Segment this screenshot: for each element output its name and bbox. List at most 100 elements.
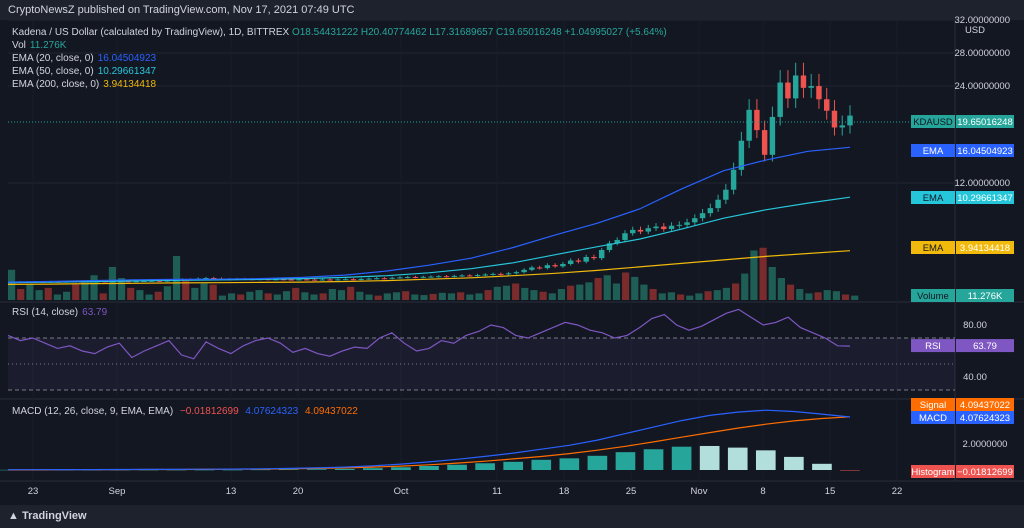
volume-bar: [658, 293, 666, 300]
volume-bar: [786, 284, 795, 300]
legend-rsi: RSI (14, close) 63.79: [12, 306, 107, 319]
volume-bar: [200, 283, 208, 300]
candle-body: [389, 277, 395, 279]
volume-bar: [26, 283, 34, 300]
volume-bar: [420, 295, 428, 300]
volume-bar: [35, 290, 43, 300]
volume-bar: [631, 276, 639, 300]
ema50-tag-value: 10.29661347: [957, 193, 1012, 204]
histogram-tag-label: Histogram: [911, 467, 954, 478]
macd-histogram-bar: [559, 458, 580, 470]
volume-tag: Volume 11.276K: [911, 289, 1014, 302]
volume-bar: [365, 294, 373, 300]
volume-bar: [731, 283, 740, 300]
volume-bar: [255, 290, 263, 300]
macd-macd-value: 4.07624323: [245, 406, 299, 417]
brand-icon: ▲: [8, 510, 19, 522]
macd-tag-label: MACD: [919, 413, 947, 424]
candle-body: [529, 267, 535, 270]
volume-bar: [383, 293, 391, 300]
candle-body: [428, 276, 434, 278]
vol-label: Vol: [12, 40, 26, 51]
volume-bar: [493, 286, 501, 300]
price-tag-value: 19.65016248: [957, 117, 1012, 128]
candle-body: [816, 86, 822, 100]
volume-bar: [301, 292, 309, 300]
candle-body: [684, 222, 690, 225]
volume-bar: [62, 291, 71, 300]
volume-bar: [319, 293, 327, 300]
candle-body: [482, 274, 489, 276]
ema200-tag: EMA 3.94134418: [911, 241, 1014, 254]
time-tick-label: Nov: [691, 486, 708, 497]
candle-body: [366, 278, 372, 280]
macd-histogram-bar: [643, 449, 664, 470]
candle-body: [296, 279, 302, 281]
volume-bar: [557, 289, 566, 300]
volume-bar: [502, 285, 511, 300]
candle-body: [598, 250, 605, 259]
candle-body: [420, 276, 426, 278]
ema200-label: EMA (200, close, 0): [12, 79, 100, 90]
candle-body: [699, 213, 706, 219]
ema200-tag-label: EMA: [923, 243, 944, 254]
candle-body: [800, 75, 807, 88]
ohlc-values: O18.54431222 H20.40774462 L17.31689657 C…: [291, 27, 667, 38]
volume-bar: [530, 290, 538, 300]
volume-bar: [72, 284, 80, 300]
candle-body: [808, 86, 814, 88]
volume-bar: [832, 291, 840, 300]
macd-histogram-bar: [840, 470, 860, 471]
candle-body: [692, 218, 698, 223]
macd-histogram-bar: [475, 463, 495, 470]
ema50-value: 10.29661347: [97, 66, 157, 77]
macd-histogram-bar: [671, 446, 692, 470]
candle-body: [645, 228, 651, 232]
volume-bar: [227, 293, 236, 300]
ema20-value: 16.04504923: [97, 53, 157, 64]
rsi-tick-label: 40.00: [963, 372, 987, 383]
volume-bar: [182, 280, 190, 300]
volume-bar: [768, 267, 776, 300]
candle-body: [761, 130, 768, 155]
time-tick-label: 8: [760, 486, 765, 497]
candle-body: [824, 99, 830, 111]
volume-bar: [218, 295, 226, 300]
candle-body: [412, 277, 419, 279]
candle-body: [521, 269, 527, 273]
candle-body: [288, 279, 295, 281]
candle-body: [792, 75, 799, 99]
volume-bar: [539, 291, 547, 300]
volume-bar: [53, 294, 61, 300]
ema20-tag: EMA 16.04504923: [911, 144, 1014, 157]
volume-bar: [99, 293, 107, 300]
volume-bar: [402, 291, 410, 300]
candle-body: [335, 279, 341, 281]
candle-body: [723, 189, 729, 200]
candle-body: [622, 233, 628, 240]
volume-bar: [713, 290, 721, 300]
volume-bar: [374, 295, 382, 300]
vol-value: 11.276K: [29, 40, 67, 51]
rsi-tick-label: 80.00: [963, 320, 987, 331]
volume-bar: [594, 278, 602, 300]
volume-bar: [677, 294, 685, 300]
volume-bar: [622, 272, 630, 300]
volume-bar: [695, 293, 703, 300]
price-tick-label: 24.00000000: [955, 81, 1010, 92]
volume-bar: [154, 291, 162, 300]
time-tick-label: 25: [626, 486, 637, 497]
volume-bar: [796, 289, 804, 300]
ema50-tag-label: EMA: [923, 193, 944, 204]
tradingview-logo: ▲ TradingView: [8, 510, 87, 522]
volume-bar: [457, 292, 465, 300]
volume-bar: [429, 293, 437, 300]
rsi-tag-value: 63.79: [973, 341, 997, 352]
volume-bar: [521, 287, 529, 300]
candle-body: [567, 260, 574, 264]
volume-bar: [356, 291, 364, 300]
candle-body: [498, 273, 504, 275]
volume-bar: [172, 256, 181, 300]
price-tag-label: KDAUSD: [913, 117, 953, 128]
candle-body: [661, 226, 667, 230]
